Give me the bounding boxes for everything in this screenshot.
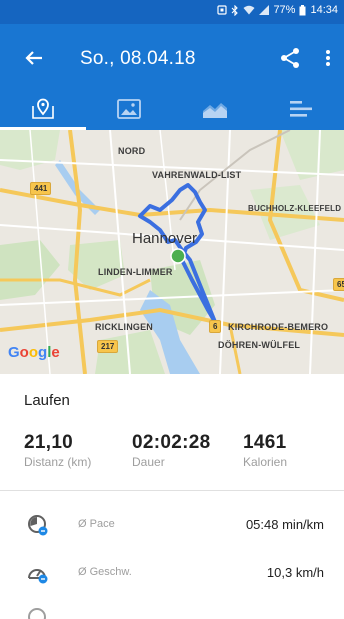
nfc-icon	[217, 5, 228, 15]
speed-icon	[26, 561, 50, 585]
map-label-ricklingen: RICKLINGEN	[95, 322, 153, 332]
signal-icon	[259, 5, 270, 15]
map-background	[0, 130, 344, 374]
more-options-icon[interactable]	[320, 46, 336, 70]
next-row-icon	[26, 606, 50, 619]
stat-distance-label: Distanz (km)	[24, 455, 92, 469]
pace-icon	[26, 513, 50, 537]
start-marker	[170, 248, 186, 264]
map-label-doehren: DÖHREN-WÜLFEL	[218, 340, 301, 350]
route-shield-6: 6	[209, 320, 222, 333]
tab-photos[interactable]	[86, 92, 172, 130]
route-map[interactable]: NORD VAHRENWALD-LIST BUCHHOLZ-KLEEFELD H…	[0, 130, 344, 374]
map-label-nord: NORD	[118, 146, 146, 156]
stat-duration-value: 02:02:28	[132, 432, 211, 453]
divider	[0, 490, 344, 491]
tab-map[interactable]	[0, 92, 86, 130]
map-label-vahrenwald: VAHRENWALD-LIST	[152, 170, 242, 180]
share-icon[interactable]	[278, 46, 302, 70]
detail-row-pace: Ø Pace 05:48 min/km	[0, 510, 344, 540]
route-shield-65: 65	[333, 278, 344, 291]
detail-row-speed: Ø Geschw. 10,3 km/h	[0, 558, 344, 588]
pace-value: 05:48 min/km	[245, 517, 324, 532]
route-shield-441: 441	[30, 182, 52, 195]
activity-type: Laufen	[24, 392, 70, 409]
image-icon	[117, 98, 141, 124]
map-label-kirchrode: KIRCHRODE-BEMERO	[228, 322, 329, 332]
map-label-linden: LINDEN-LIMMER	[98, 267, 173, 277]
bluetooth-icon	[231, 4, 239, 16]
map-label-hannover: Hannover	[132, 230, 198, 247]
wifi-icon	[243, 5, 255, 15]
pace-label: Ø Pace	[78, 518, 115, 530]
map-pin-icon	[30, 98, 56, 125]
battery-icon	[299, 4, 306, 16]
speed-value: 10,3 km/h	[266, 565, 324, 580]
back-arrow-icon[interactable]	[22, 46, 46, 70]
status-bar: 77% 14:34	[0, 0, 344, 24]
list-icon	[289, 100, 313, 123]
stat-calories-value: 1461	[243, 432, 287, 453]
stat-calories-label: Kalorien	[243, 455, 288, 469]
map-label-buchholz: BUCHHOLZ-KLEEFELD	[248, 204, 342, 213]
stat-distance: 21,10 Distanz (km)	[24, 432, 91, 469]
google-logo: Google	[8, 344, 60, 361]
app-bar: So., 08.04.18	[0, 24, 344, 92]
battery-percent: 77%	[273, 4, 296, 16]
tab-chart[interactable]	[172, 92, 258, 130]
status-icons: 77% 14:34	[217, 4, 338, 16]
stat-distance-value: 21,10	[24, 432, 74, 453]
page-title: So., 08.04.18	[80, 48, 196, 69]
stat-duration: 02:02:28 Dauer	[132, 432, 210, 469]
chart-icon	[202, 99, 228, 124]
stat-duration-label: Dauer	[132, 455, 165, 469]
speed-label: Ø Geschw.	[78, 566, 132, 578]
tab-bar	[0, 92, 344, 130]
clock: 14:34	[310, 4, 338, 16]
stat-calories: 1461 Kalorien	[243, 432, 287, 469]
route-shield-217: 217	[97, 340, 119, 353]
tab-list[interactable]	[258, 92, 344, 130]
